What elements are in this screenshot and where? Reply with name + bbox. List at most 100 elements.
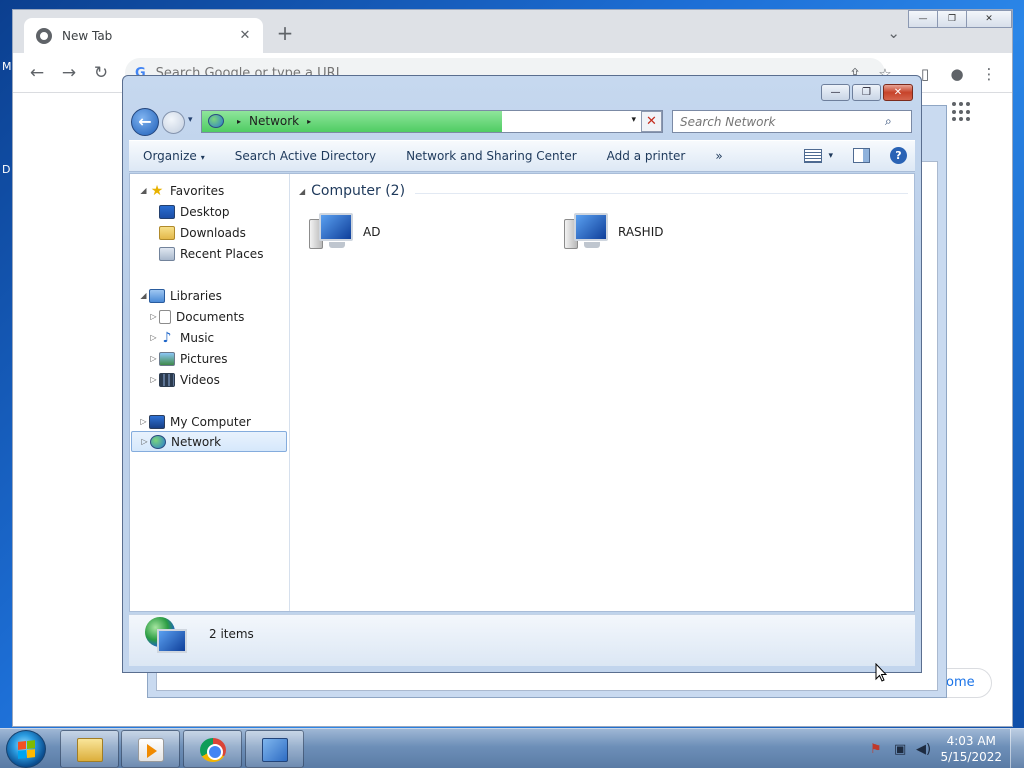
nav-recent-places[interactable]: Recent Places xyxy=(159,243,263,264)
network-globe-icon xyxy=(145,617,189,661)
more-commands-icon[interactable]: » xyxy=(700,149,737,163)
star-icon: ★ xyxy=(150,182,164,199)
nav-pictures[interactable]: ▷ Pictures xyxy=(148,348,228,369)
desktop-edge-label: M xyxy=(2,60,12,73)
computer-icon xyxy=(309,211,355,253)
file-list: ◢ Computer (2) AD RASHID xyxy=(291,174,914,611)
profile-icon[interactable]: ● xyxy=(947,64,967,84)
taskbar-network-button[interactable] xyxy=(245,730,304,768)
minimize-button[interactable]: — xyxy=(908,10,938,28)
nav-videos[interactable]: ▷ Videos xyxy=(148,369,220,390)
maximize-button[interactable]: ❐ xyxy=(937,10,967,28)
taskbar-media-player-button[interactable] xyxy=(121,730,180,768)
media-player-icon xyxy=(138,738,164,762)
details-pane: 2 items xyxy=(129,614,915,666)
add-printer-button[interactable]: Add a printer xyxy=(592,149,701,163)
organize-button[interactable]: Organize ▾ xyxy=(129,149,220,163)
music-note-icon: ♪ xyxy=(162,329,172,346)
search-input[interactable] xyxy=(680,114,885,129)
view-controls: ▾ ? xyxy=(804,147,907,164)
address-dropdown-icon[interactable]: ▾ xyxy=(631,115,636,125)
help-icon[interactable]: ? xyxy=(890,147,907,164)
group-title: Computer (2) xyxy=(311,183,406,199)
taskbar-chrome-button[interactable] xyxy=(183,730,242,768)
network-sharing-center-button[interactable]: Network and Sharing Center xyxy=(391,149,592,163)
clock-time: 4:03 AM xyxy=(946,734,996,748)
collapsed-arrow-icon[interactable]: ▷ xyxy=(148,333,159,342)
network-tray-icon[interactable]: ▣ xyxy=(894,742,906,757)
documents-icon xyxy=(159,309,171,324)
breadcrumb-network[interactable]: Network xyxy=(249,114,299,128)
expanded-arrow-icon[interactable]: ◢ xyxy=(138,291,149,300)
nav-label: Music xyxy=(180,330,215,345)
nav-documents[interactable]: ▷ Documents xyxy=(148,306,244,327)
back-button[interactable]: ← xyxy=(131,108,159,136)
explorer-titlebar[interactable]: — ❐ ✕ xyxy=(123,76,921,106)
search-active-directory-button[interactable]: Search Active Directory xyxy=(220,149,391,163)
taskbar-explorer-button[interactable] xyxy=(60,730,119,768)
search-icon[interactable]: ⌕ xyxy=(885,114,892,129)
explorer-body: ◢ ★ Favorites Desktop Downloads Recent P… xyxy=(129,173,915,612)
nav-my-computer[interactable]: ▷ My Computer xyxy=(138,411,251,432)
reload-icon[interactable]: ↻ xyxy=(91,63,111,83)
nav-desktop[interactable]: Desktop xyxy=(159,201,230,222)
nav-favorites[interactable]: ◢ ★ Favorites xyxy=(138,180,224,201)
tab-search-chevron-icon[interactable]: ⌄ xyxy=(887,24,900,42)
close-button[interactable]: ✕ xyxy=(883,84,913,101)
start-button[interactable] xyxy=(6,730,46,768)
clock[interactable]: 4:03 AM 5/15/2022 xyxy=(940,733,1002,765)
collapsed-arrow-icon[interactable]: ▷ xyxy=(138,417,149,426)
close-icon[interactable]: ✕ xyxy=(233,28,257,43)
nav-downloads[interactable]: Downloads xyxy=(159,222,246,243)
search-box[interactable]: ⌕ xyxy=(672,110,912,133)
preview-pane-icon[interactable] xyxy=(853,148,870,163)
menu-icon[interactable]: ⋮ xyxy=(979,64,999,84)
new-tab-button[interactable]: + xyxy=(273,22,297,46)
expanded-arrow-icon[interactable]: ◢ xyxy=(138,186,149,195)
minimize-button[interactable]: — xyxy=(821,84,850,101)
nav-libraries[interactable]: ◢ Libraries xyxy=(138,285,222,306)
clock-date: 5/15/2022 xyxy=(940,750,1002,764)
explorer-navigation-row: ← ▾ ▸ Network ▸ ▾ ✕ ⌕ xyxy=(131,108,913,136)
list-item-computer[interactable]: AD xyxy=(309,210,380,254)
nav-label: Favorites xyxy=(170,183,225,198)
back-arrow-icon[interactable]: ← xyxy=(27,63,47,83)
collapsed-arrow-icon[interactable]: ▷ xyxy=(148,312,159,321)
maximize-button[interactable]: ❐ xyxy=(852,84,881,101)
forward-arrow-icon[interactable]: → xyxy=(59,63,79,83)
computer-icon xyxy=(564,211,610,253)
system-tray: ⚑ ▣ ◀) 4:03 AM 5/15/2022 xyxy=(864,729,1024,768)
collapsed-arrow-icon[interactable]: ▷ xyxy=(139,437,150,446)
recent-places-icon xyxy=(159,246,175,261)
collapsed-arrow-icon[interactable]: ▷ xyxy=(148,375,159,384)
chrome-tab-title: New Tab xyxy=(62,28,113,43)
address-bar[interactable]: ▸ Network ▸ ▾ xyxy=(201,110,663,133)
item-count: 2 items xyxy=(209,627,254,641)
volume-icon[interactable]: ◀) xyxy=(916,742,931,757)
collapsed-arrow-icon[interactable]: ▷ xyxy=(148,354,159,363)
stop-button[interactable]: ✕ xyxy=(641,111,662,132)
close-button[interactable]: ✕ xyxy=(966,10,1012,28)
nav-network[interactable]: ▷ Network xyxy=(131,431,287,452)
taskbar: ⚑ ▣ ◀) 4:03 AM 5/15/2022 xyxy=(0,728,1024,768)
expanded-arrow-icon[interactable]: ◢ xyxy=(299,187,305,196)
pictures-icon xyxy=(159,351,175,366)
breadcrumb-separator-icon[interactable]: ▸ xyxy=(237,117,241,126)
breadcrumb-separator-icon[interactable]: ▸ xyxy=(307,117,311,126)
nav-music[interactable]: ▷ ♪ Music xyxy=(148,327,214,348)
list-item-computer[interactable]: RASHID xyxy=(564,210,663,254)
show-desktop-button[interactable] xyxy=(1010,729,1024,768)
recent-pages-chevron-icon[interactable]: ▾ xyxy=(188,115,193,125)
action-center-flag-icon[interactable]: ⚑ xyxy=(870,742,882,757)
mouse-cursor-icon xyxy=(875,663,887,682)
nav-label: Network xyxy=(171,434,222,449)
windows-logo-icon xyxy=(18,740,35,759)
videos-icon xyxy=(159,372,175,387)
change-view-icon[interactable] xyxy=(804,148,823,163)
chevron-down-icon[interactable]: ▾ xyxy=(828,151,833,161)
forward-button[interactable] xyxy=(162,111,185,134)
group-header-computer[interactable]: ◢ Computer (2) xyxy=(299,180,908,202)
organize-label: Organize xyxy=(143,149,197,163)
google-apps-icon[interactable] xyxy=(952,102,972,122)
chrome-tab-new-tab[interactable]: New Tab ✕ xyxy=(24,18,263,53)
